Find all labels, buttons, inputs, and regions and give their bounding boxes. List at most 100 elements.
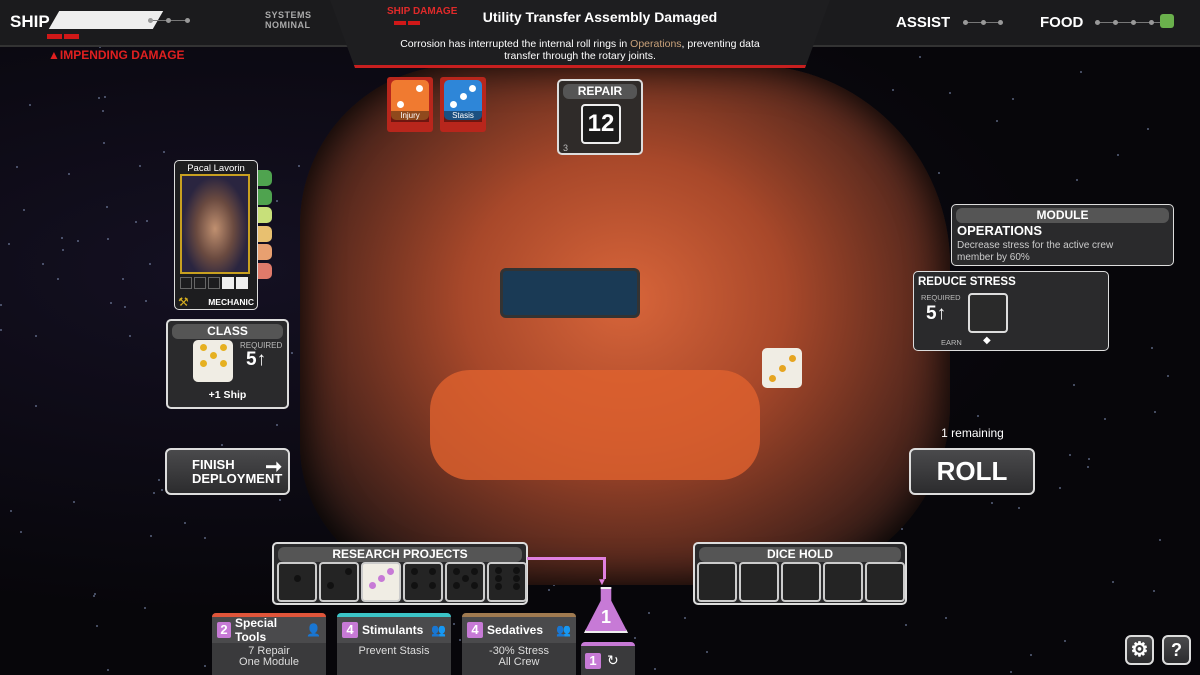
die-pip [428,582,436,590]
star [276,199,279,202]
impending-damage-warning: ▲IMPENDING DAMAGE [48,48,185,62]
dice-hold-slot[interactable] [697,562,737,602]
threat-stasis[interactable]: Stasis [440,77,486,132]
stress-tab [256,225,272,242]
threat-label: Injury [391,111,429,122]
placed-die[interactable] [762,348,802,388]
star [102,110,105,113]
card-header: 2 Special Tools 👤 [212,616,326,644]
star [1011,98,1014,101]
class-die[interactable] [193,340,233,382]
assist-label: ASSIST [896,14,951,31]
star [1064,639,1067,642]
star [57,278,60,281]
card-header: 4 Stimulants 👥 [337,617,451,643]
star [42,262,45,265]
rolls-remaining: 1 remaining [941,426,1004,440]
research-card[interactable]: 4 Sedatives 👥 -30% Stress All Crew [462,613,576,675]
star [158,478,161,481]
crew-portrait [180,174,250,274]
systems-status: SYSTEMS NOMINAL [265,10,312,30]
die-pip [344,567,352,575]
reroll-card[interactable]: 1 ↻ [581,642,635,675]
star [1075,178,1078,181]
star [1151,347,1154,350]
research-die-slot[interactable] [487,562,527,602]
research-die-slot[interactable] [277,562,317,602]
star [62,249,65,252]
stress-tab [256,170,272,186]
research-die-slot[interactable] [361,562,401,602]
star [647,611,650,614]
star [76,240,79,243]
repair-sub: 3 [563,143,569,153]
star [1104,417,1107,420]
dice-hold-slot[interactable] [823,562,863,602]
class-panel: CLASS REQUIRED 5↑ +1 Ship [166,319,289,409]
research-die-slot[interactable] [445,562,485,602]
star [148,263,151,266]
star [146,219,149,222]
arrow-right-icon: ➞ [265,456,282,478]
roll-button[interactable]: ROLL [909,448,1035,495]
die-pip [377,574,385,582]
star [123,306,126,309]
star [163,151,166,154]
card-desc: Prevent Stasis [358,645,430,657]
settings-button[interactable]: ⚙ [1125,635,1154,665]
star [150,535,153,538]
die-pip [219,360,227,368]
card-title: Stimulants [362,623,424,637]
stress-tab [256,262,272,279]
die-pip [494,582,502,590]
dice-hold-slot[interactable] [865,562,905,602]
star [104,95,107,98]
stress-tab [256,207,272,223]
die-slot[interactable] [968,293,1008,333]
research-card[interactable]: 4 Stimulants 👥 Prevent Stasis [337,613,451,675]
gear-icon: ⚙ [1130,639,1149,661]
dice-hold-label: DICE HOLD [699,547,901,562]
star [107,238,110,241]
dice-hold-slot[interactable] [739,562,779,602]
die-pip [768,374,776,382]
star [900,528,903,531]
research-card[interactable]: 2 Special Tools 👤 7 Repair One Module [212,613,326,675]
card-desc: -30% Stress All Crew [489,645,549,668]
star [1152,590,1155,593]
reroll-count: 1 [585,652,601,669]
repair-value: 12 [581,104,621,144]
star [1080,70,1083,73]
die-pip [450,100,457,108]
star [948,92,951,95]
star [107,668,110,671]
star [453,622,456,625]
card-desc: 7 Repair One Module [239,645,299,668]
star [152,491,155,494]
die-pip [410,567,418,575]
die-pip [209,352,217,360]
crew-card[interactable]: Pacal Lavorin ⚒ MECHANIC [174,160,258,310]
die-pip [428,567,436,575]
threat-injury[interactable]: Injury [387,77,433,132]
module-console [500,268,640,318]
damage-description: Corrosion has interrupted the internal r… [400,38,760,62]
star [1072,383,1075,386]
all-crew-icon: 👥 [556,623,571,637]
module-link[interactable]: Operations [630,38,681,50]
star [98,97,101,100]
crew-status-boxes [180,277,248,289]
dice-hold-slot[interactable] [781,562,821,602]
star [8,242,11,245]
research-die-slot[interactable] [319,562,359,602]
reduce-stress-label: REDUCE STRESS [918,276,1016,288]
research-die-slot[interactable] [403,562,443,602]
star [144,606,147,609]
star [1146,127,1149,130]
star [0,328,3,331]
ship-label: SHIP [10,12,50,31]
card-header: 4 Sedatives 👥 [462,617,576,643]
help-button[interactable]: ? [1162,635,1191,665]
star [944,617,947,620]
finish-deployment-button[interactable]: FINISH DEPLOYMENT ➞ [165,448,290,495]
